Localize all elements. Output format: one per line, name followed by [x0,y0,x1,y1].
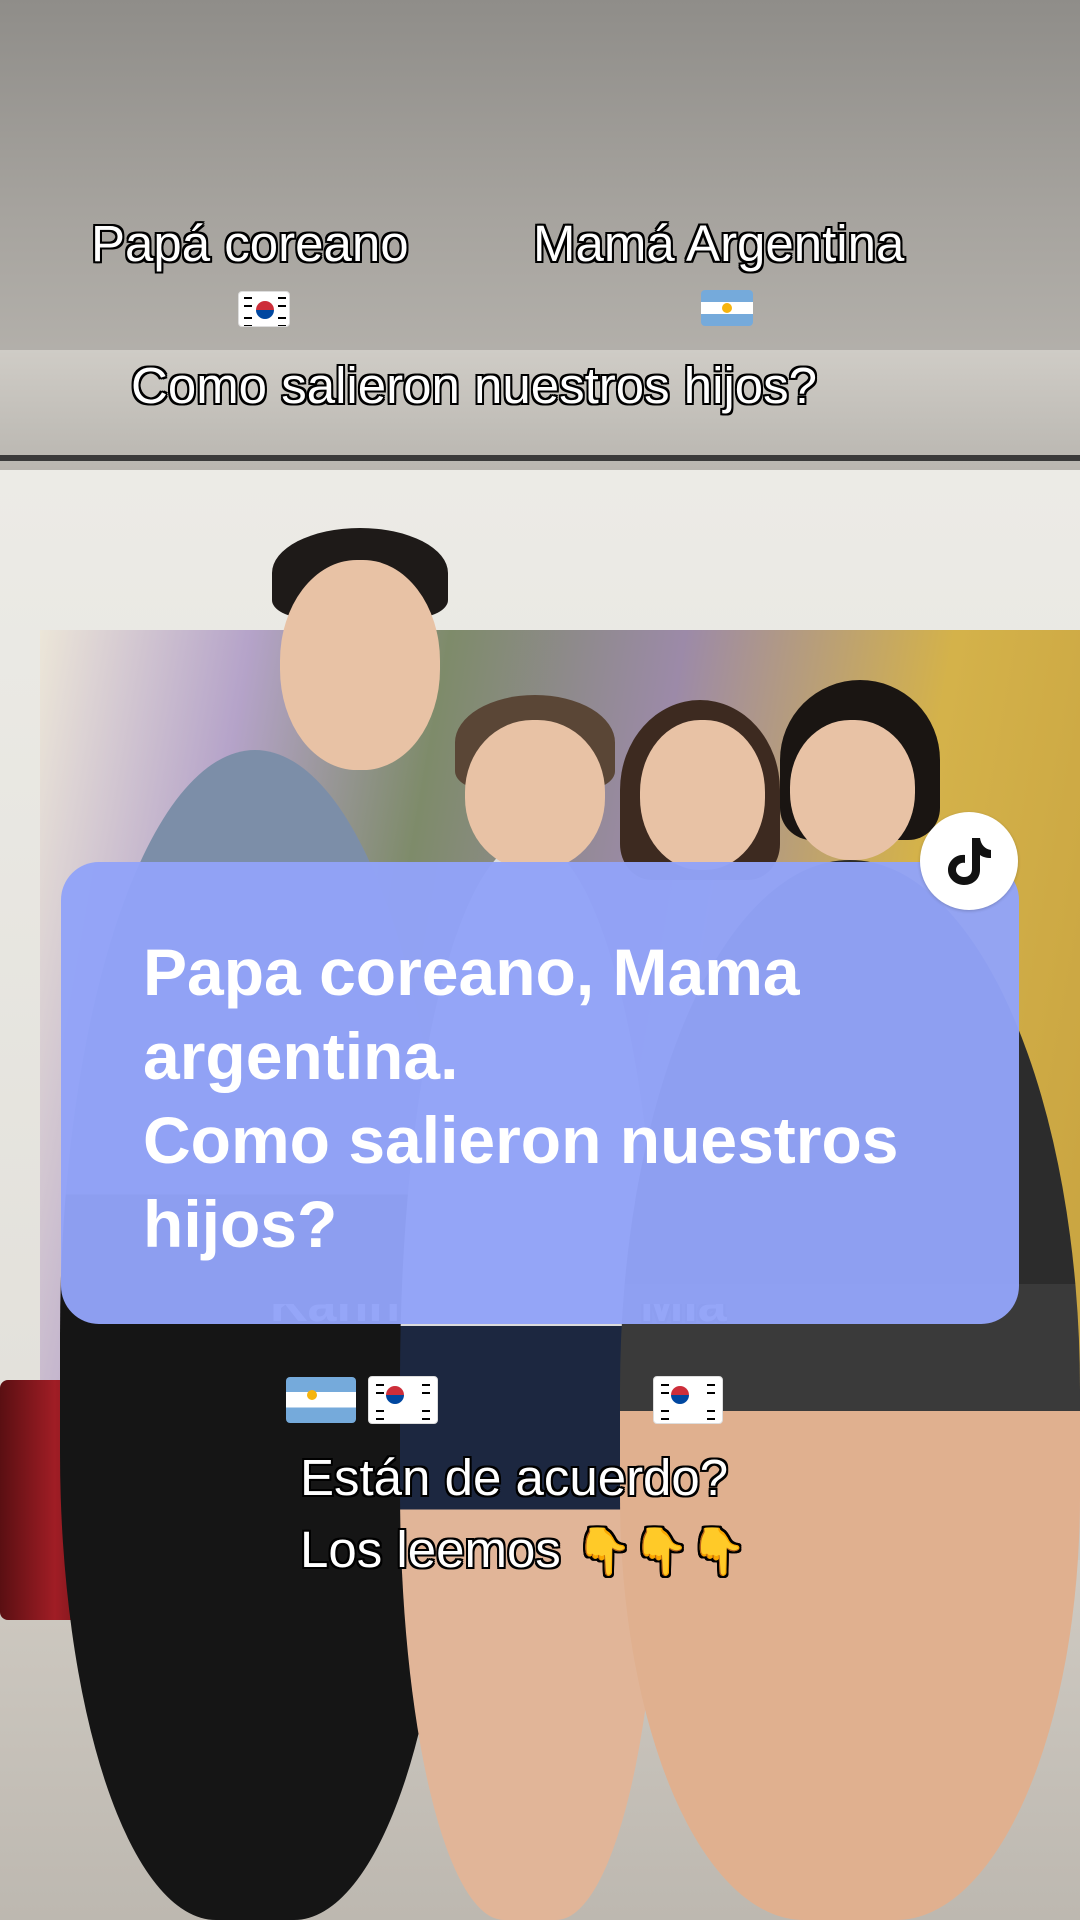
card-line-3: Como salieron nuestros [143,1103,899,1177]
daughter-head [790,720,915,860]
card-line-4: hijos? [143,1187,338,1261]
father-head [280,560,440,770]
read-prompt-caption: Los leemos 👇👇👇 [300,1520,747,1579]
card-line-1: Papa coreano, Mama [143,935,800,1009]
description-card: Papa coreano, Mama argentina. Como salie… [61,862,1019,1324]
mom-caption: Mamá Argentina [533,215,905,272]
card-line-2: argentina. [143,1019,459,1093]
argentina-flag-icon [701,290,753,326]
tiktok-logo-icon[interactable] [920,812,1018,910]
pointing-down-emoji-icon: 👇👇👇 [574,1525,747,1577]
south-korea-flag-icon [368,1376,438,1424]
south-korea-flag-icon [238,291,290,327]
son-head [465,720,605,870]
agree-caption: Están de acuerdo? [300,1449,729,1506]
south-korea-flag-icon [653,1376,723,1424]
wall-wire [0,455,1080,461]
argentina-flag-icon [286,1377,356,1423]
tiktok-note-icon [948,838,991,885]
card-text: Papa coreano, Mama argentina. Como salie… [143,930,983,1266]
question-caption: Como salieron nuestros hijos? [131,357,818,414]
mother-head [640,720,765,870]
read-prompt-text: Los leemos [300,1521,561,1578]
dad-caption: Papá coreano [91,215,409,272]
